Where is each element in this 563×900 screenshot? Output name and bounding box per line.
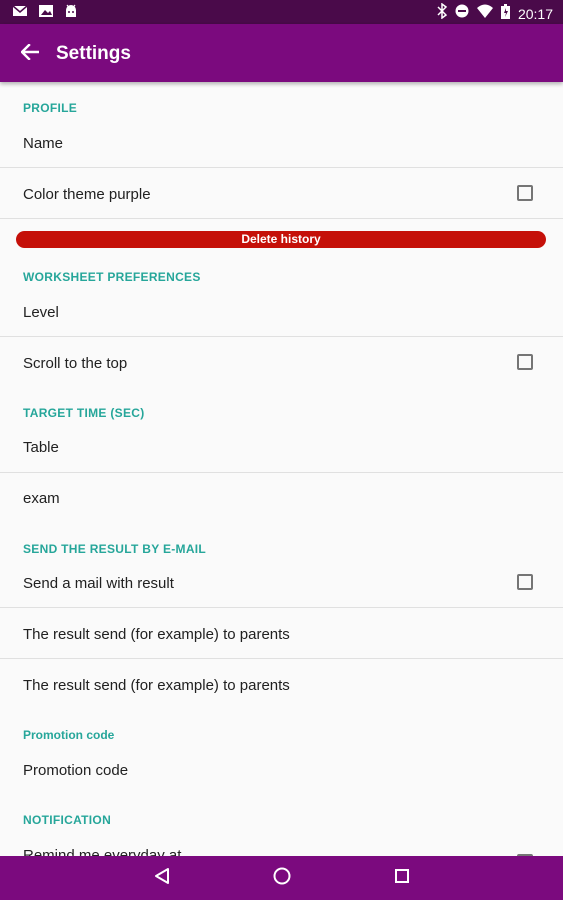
arrow-back-icon [20,42,40,65]
pref-send-mail-label: Send a mail with result [23,575,174,592]
section-header-promotion: Promotion code [23,728,115,742]
pref-color-theme[interactable]: Color theme purple [0,168,563,218]
navigation-bar [0,856,563,900]
pref-exam[interactable]: exam [0,473,563,523]
pref-remind-label: Remind me everyday at [23,847,182,856]
battery-icon [500,3,510,24]
back-button[interactable] [14,38,46,70]
mail-icon [12,4,28,23]
recents-square-icon [393,867,411,890]
home-circle-icon [272,866,292,891]
delete-history-button[interactable]: Delete history [16,231,546,248]
pref-result-send-2-label: The result send (for example) to parents [23,677,290,694]
pref-promotion-code[interactable]: Promotion code [0,744,563,794]
wifi-icon [476,4,493,23]
pref-send-mail[interactable]: Send a mail with result [0,558,563,608]
section-header-target-time: TARGET TIME (SEC) [23,406,145,420]
divider [0,218,563,219]
pref-name[interactable]: Name [0,117,563,167]
pref-promotion-code-label: Promotion code [23,762,129,779]
back-triangle-icon [153,867,171,890]
pref-table[interactable]: Table [0,422,563,472]
pref-name-label: Name [23,135,64,152]
pref-exam-label: exam [23,490,60,507]
section-header-worksheet: WORKSHEET PREFERENCES [23,270,201,284]
android-icon [64,4,78,23]
section-header-email: SEND THE RESULT BY E-MAIL [23,542,207,556]
status-bar: 20:17 [0,0,563,24]
page-title: Settings [56,43,131,64]
clock-time: 20:17 [517,5,553,22]
pref-scroll-top-label: Scroll to the top [23,355,128,372]
section-header-profile: PROFILE [23,101,78,115]
nav-home-button[interactable] [270,866,294,890]
pref-level-label: Level [23,304,59,321]
scroll-top-checkbox[interactable] [517,354,533,370]
send-mail-checkbox[interactable] [517,574,533,590]
pref-level[interactable]: Level [0,286,563,336]
pref-result-send-2[interactable]: The result send (for example) to parents [0,659,563,709]
settings-list[interactable]: PROFILE Name Color theme purple Delete h… [0,82,563,856]
app-bar: Settings [0,24,563,82]
pref-result-send-1[interactable]: The result send (for example) to parents [0,608,563,658]
nav-recents-button[interactable] [390,866,414,890]
do-not-disturb-icon [455,4,469,23]
pref-scroll-top[interactable]: Scroll to the top [0,337,563,387]
pref-remind[interactable]: Remind me everyday at [0,829,563,856]
color-theme-checkbox[interactable] [517,185,533,201]
pref-table-label: Table [23,439,59,456]
section-header-notification: NOTIFICATION [23,813,112,827]
bluetooth-icon [437,2,448,24]
image-icon [38,4,54,23]
pref-color-theme-label: Color theme purple [23,186,151,203]
nav-back-button[interactable] [150,866,174,890]
pref-result-send-1-label: The result send (for example) to parents [23,626,290,643]
